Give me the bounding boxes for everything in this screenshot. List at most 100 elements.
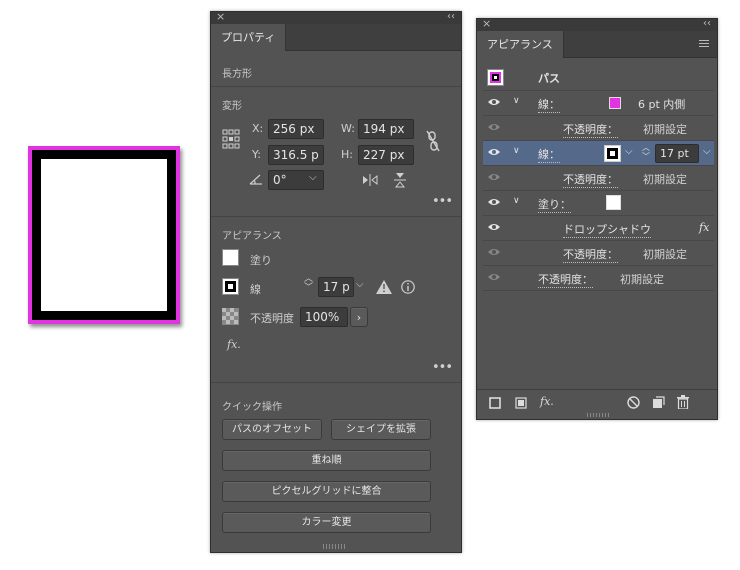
expand-shape-button[interactable]: シェイプを拡張: [331, 419, 431, 440]
resize-grip[interactable]: [587, 413, 609, 417]
w-label: W:: [341, 122, 355, 135]
angle-icon: [249, 173, 263, 188]
appearance-header: アピアランス: [222, 231, 282, 242]
stroke-color-swatch[interactable]: [609, 97, 621, 109]
visibility-eye-icon[interactable]: [487, 222, 501, 235]
reference-point-icon[interactable]: [222, 129, 240, 154]
tab-properties[interactable]: プロパティ: [211, 24, 287, 51]
resize-grip[interactable]: [323, 544, 347, 549]
stepper-icon[interactable]: ︿ ﹀: [642, 143, 650, 161]
panel-tabbar: プロパティ: [211, 24, 461, 51]
arrange-button[interactable]: 重ね順: [222, 450, 431, 471]
stroke-label: 線: [250, 283, 261, 296]
chevron-down-icon[interactable]: ∨: [513, 196, 520, 206]
align-to-pixel-grid-button[interactable]: ピクセルグリッドに整合: [222, 481, 431, 502]
path-thumbnail-icon: [487, 69, 504, 86]
warning-icon[interactable]: [376, 280, 392, 297]
clear-appearance-icon[interactable]: [627, 396, 640, 412]
appearance-row-opacity[interactable]: 不透明度： 初期設定: [483, 116, 714, 141]
opacity-label[interactable]: 不透明度：: [563, 171, 618, 188]
close-icon[interactable]: ×: [216, 10, 225, 23]
appearance-row-fill[interactable]: ∨ 塗り：: [483, 191, 714, 216]
visibility-eye-icon[interactable]: [487, 272, 501, 285]
tab-appearance[interactable]: アピアランス: [477, 31, 564, 58]
panel-menu-icon[interactable]: [699, 40, 709, 49]
opacity-value: 初期設定: [643, 123, 687, 136]
fill-swatch[interactable]: [222, 249, 239, 266]
constrain-proportions-icon[interactable]: [425, 130, 441, 155]
chevron-down-icon[interactable]: ∨: [513, 146, 520, 156]
add-new-fill-icon[interactable]: [515, 397, 527, 412]
opacity-label: 不透明度: [250, 312, 294, 325]
chevron-down-icon[interactable]: ⌵: [703, 146, 711, 157]
stroke-weight-field[interactable]: 17 p: [318, 277, 354, 297]
appearance-row-stroke-1[interactable]: ∨ 線： 6 pt 内側: [483, 91, 714, 116]
panel-titlebar[interactable]: × ‹‹: [211, 10, 461, 24]
visibility-eye-icon[interactable]: [487, 122, 501, 135]
flip-vertical-icon[interactable]: [394, 172, 406, 191]
add-effect-fx-button[interactable]: fx.: [540, 395, 554, 408]
properties-panel: × ‹‹ プロパティ 長方形 変形 X: 256 px W: 194 px Y:…: [210, 10, 462, 553]
selected-rectangle[interactable]: [28, 146, 180, 324]
opacity-label[interactable]: 不透明度：: [538, 271, 593, 288]
chevron-down-icon[interactable]: ⌵: [625, 146, 633, 157]
fill-label: 塗り: [250, 254, 272, 267]
rectangle-fill: [41, 159, 167, 311]
close-icon[interactable]: ×: [482, 17, 491, 30]
divider: [477, 389, 717, 390]
w-field[interactable]: 194 px: [358, 119, 414, 139]
offset-path-button[interactable]: パスのオフセット: [222, 419, 322, 440]
more-options-icon[interactable]: •••: [432, 194, 453, 209]
panel-tabbar: アピアランス: [477, 31, 717, 58]
y-field[interactable]: 316.5 p: [268, 145, 324, 165]
chevron-down-icon[interactable]: ⌵: [309, 172, 317, 183]
appearance-header-row: パス: [483, 65, 714, 91]
stroke-label[interactable]: 線：: [538, 96, 560, 113]
appearance-row-opacity[interactable]: 不透明度： 初期設定: [483, 241, 714, 266]
panel-titlebar[interactable]: × ‹‹: [477, 17, 717, 31]
trash-icon[interactable]: [677, 395, 689, 412]
appearance-row-stroke-2[interactable]: ∨ 線： ⌵ ︿ ﹀ 17 pt ⌵: [483, 141, 714, 166]
appearance-row-drop-shadow[interactable]: ドロップシャドウ fx: [483, 216, 714, 241]
opacity-label[interactable]: 不透明度：: [563, 121, 618, 138]
add-new-stroke-icon[interactable]: [489, 397, 501, 412]
stroke-swatch[interactable]: [222, 278, 239, 295]
drop-shadow-label[interactable]: ドロップシャドウ: [563, 221, 651, 238]
appearance-row-opacity[interactable]: 不透明度： 初期設定: [483, 166, 714, 191]
appearance-row-object-opacity[interactable]: 不透明度： 初期設定: [483, 266, 714, 291]
stroke-detail: 6 pt 内側: [638, 98, 686, 111]
chevron-down-icon[interactable]: ∨: [513, 96, 520, 106]
visibility-eye-icon[interactable]: [487, 147, 501, 160]
opacity-value: 初期設定: [643, 248, 687, 261]
stroke-label[interactable]: 線：: [538, 146, 560, 163]
y-label: Y:: [252, 148, 261, 161]
opacity-value: 初期設定: [643, 173, 687, 186]
opacity-expand-button[interactable]: ›: [350, 307, 368, 327]
fx-icon[interactable]: fx: [699, 221, 709, 234]
duplicate-item-icon[interactable]: [652, 396, 665, 412]
divider: [211, 86, 461, 87]
x-field[interactable]: 256 px: [268, 119, 324, 139]
stepper-icon[interactable]: ︿ ﹀: [304, 275, 313, 293]
h-label: H:: [341, 148, 353, 161]
stroke-color-swatch[interactable]: [604, 145, 621, 162]
h-field[interactable]: 227 px: [358, 145, 414, 165]
appearance-panel: × ‹‹ アピアランス パス ∨ 線： 6 pt 内側 不透明度： 初期設定 ∨…: [476, 17, 718, 420]
fill-color-swatch[interactable]: [606, 195, 621, 210]
opacity-label[interactable]: 不透明度：: [563, 246, 618, 263]
visibility-eye-icon[interactable]: [487, 97, 501, 110]
collapse-icon[interactable]: ‹‹: [447, 11, 455, 22]
recolor-button[interactable]: カラー変更: [222, 512, 431, 533]
flip-horizontal-icon[interactable]: [362, 174, 378, 189]
collapse-icon[interactable]: ‹‹: [703, 18, 711, 29]
visibility-eye-icon[interactable]: [487, 247, 501, 260]
fx-button[interactable]: fx.: [227, 338, 241, 351]
visibility-eye-icon[interactable]: [487, 172, 501, 185]
fill-label[interactable]: 塗り：: [538, 196, 571, 213]
opacity-field[interactable]: 100%: [300, 307, 348, 327]
more-options-icon[interactable]: •••: [432, 360, 453, 375]
info-icon[interactable]: [401, 280, 415, 297]
stroke-weight-field[interactable]: 17 pt: [655, 144, 699, 163]
chevron-down-icon[interactable]: ⌵: [356, 279, 364, 290]
visibility-eye-icon[interactable]: [487, 197, 501, 210]
